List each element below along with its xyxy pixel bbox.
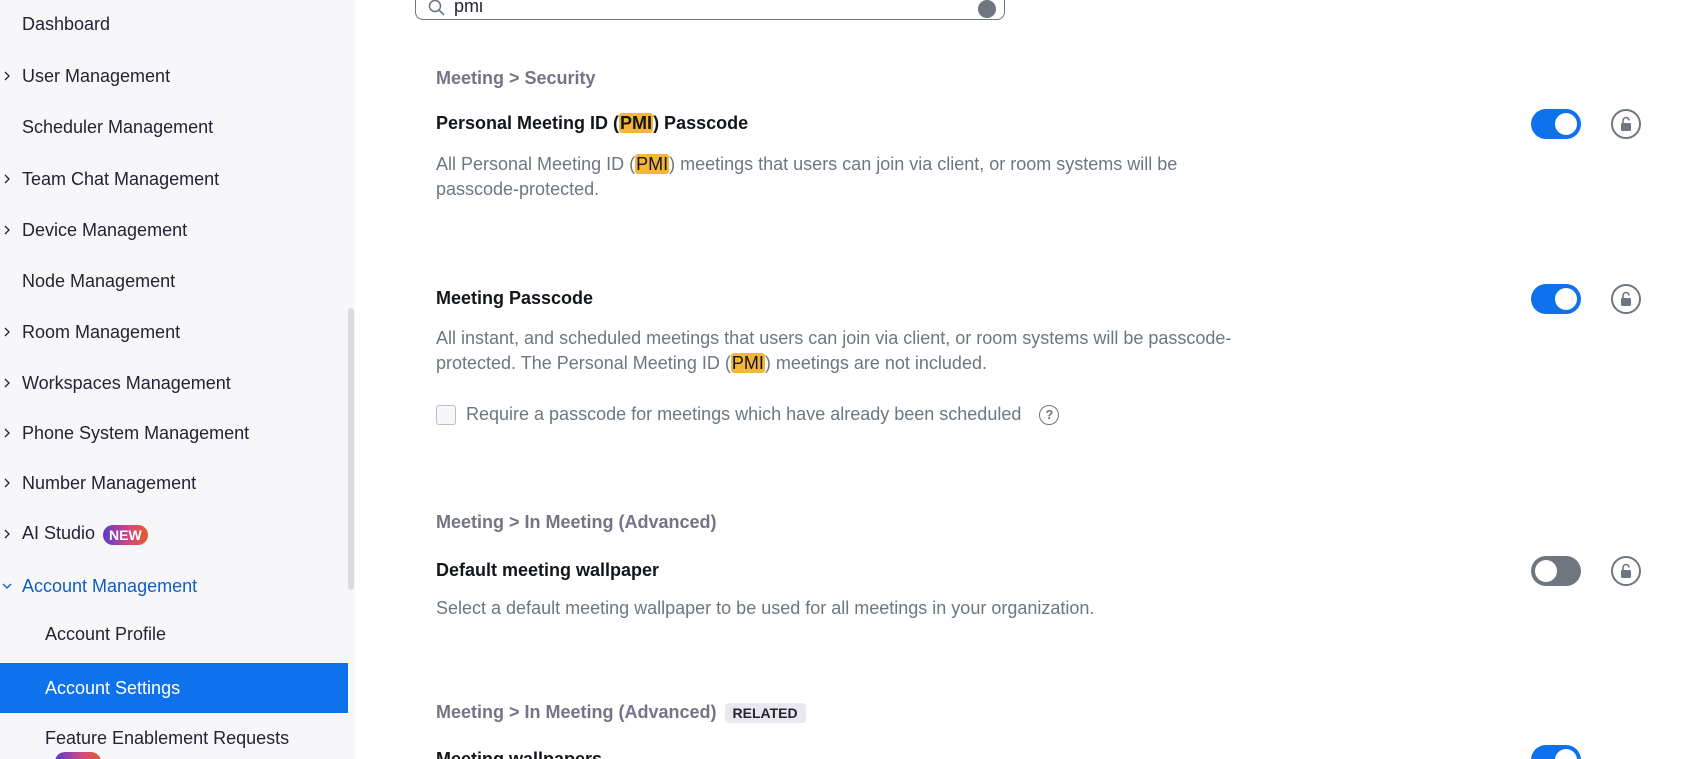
related-tag: RELATED: [724, 703, 806, 724]
sidebar-item-label: AI Studio: [22, 523, 96, 544]
setting-title-meeting-wallpapers: Meeting wallpapers: [436, 749, 603, 759]
setting-description: All instant, and scheduled meetings that…: [436, 326, 1296, 376]
setting-title-default-wallpaper: Default meeting wallpaper: [436, 560, 660, 580]
sidebar-item-label: Node Management: [22, 270, 176, 291]
sidebar-item-label: Account Settings: [45, 677, 181, 698]
section-breadcrumb-related: Meeting > In Meeting (Advanced) RELATED: [436, 702, 806, 724]
sidebar-item-label: Dashboard: [22, 13, 111, 34]
search-highlight: PMI: [619, 113, 654, 133]
sidebar-subitem-account-settings[interactable]: Account Settings: [0, 663, 348, 713]
sidebar-item-team-chat-management[interactable]: Team Chat Management: [0, 159, 348, 199]
sidebar-item-label: Room Management: [22, 321, 181, 342]
sidebar-item-label-group: AI Studio NEW: [22, 523, 148, 545]
help-icon[interactable]: ?: [1039, 404, 1060, 425]
setting-title-pmi-passcode: Personal Meeting ID (PMI) Passcode: [436, 113, 748, 134]
sidebar-item-label: Phone System Management: [22, 422, 250, 443]
sidebar-item-label: Number Management: [22, 472, 197, 493]
sidebar-item-device-management[interactable]: Device Management: [0, 210, 348, 250]
sidebar: Dashboard User Management Scheduler Mana…: [0, 0, 355, 759]
sidebar-item-phone-system-management[interactable]: Phone System Management: [0, 413, 348, 453]
chevron-right-icon: [1, 326, 13, 338]
sidebar-item-workspaces-management[interactable]: Workspaces Management: [0, 363, 348, 403]
search-highlight: PMI: [635, 154, 670, 174]
chevron-right-icon: [1, 427, 13, 439]
title-text: ) Passcode: [653, 113, 749, 133]
setting-description: Select a default meeting wallpaper to be…: [436, 598, 1095, 618]
chevron-right-icon: [1, 377, 13, 389]
pmi-passcode-toggle[interactable]: [1531, 109, 1581, 139]
require-passcode-checkbox[interactable]: [436, 404, 456, 425]
sidebar-item-label: Device Management: [22, 219, 188, 240]
require-passcode-scheduled-row: Require a passcode for meetings which ha…: [436, 404, 1060, 425]
chevron-down-icon: [1, 580, 13, 592]
desc-text: All Personal Meeting ID (: [436, 154, 636, 174]
toggle-knob: [1555, 113, 1577, 135]
sidebar-item-label: Account Profile: [45, 623, 167, 644]
sidebar-item-label: Scheduler Management: [22, 116, 214, 137]
sidebar-scrollbar[interactable]: [348, 308, 354, 590]
breadcrumb-text: Meeting > In Meeting (Advanced): [436, 702, 717, 722]
desc-text: ) meetings are not included.: [764, 353, 987, 373]
meeting-passcode-toggle[interactable]: [1531, 284, 1581, 314]
checkbox-label: Require a passcode for meetings which ha…: [466, 404, 1022, 424]
sidebar-item-label: Team Chat Management: [22, 168, 220, 189]
chevron-right-icon: [1, 70, 13, 82]
setting-title-meeting-passcode: Meeting Passcode: [436, 288, 594, 308]
sidebar-item-account-management[interactable]: Account Management: [0, 566, 348, 606]
default-wallpaper-toggle[interactable]: [1531, 556, 1581, 586]
new-badge: NEW: [103, 524, 148, 545]
meeting-wallpapers-toggle[interactable]: [1531, 745, 1581, 759]
sidebar-item-dashboard[interactable]: Dashboard: [0, 4, 348, 44]
search-icon: [428, 0, 446, 22]
title-text: Personal Meeting ID (: [436, 113, 620, 133]
chevron-right-icon: [1, 477, 13, 489]
toggle-knob: [1555, 749, 1577, 759]
unlock-icon[interactable]: [1611, 284, 1641, 314]
sidebar-item-label: Workspaces Management: [22, 372, 231, 393]
sidebar-subitem-account-profile[interactable]: Account Profile: [0, 614, 348, 654]
unlock-icon[interactable]: [1611, 556, 1641, 586]
sidebar-item-label: Account Management: [22, 575, 198, 596]
search-input-value: pmi: [454, 0, 484, 16]
settings-content: pmi Meeting > Security Personal Meeting …: [355, 0, 1692, 759]
chevron-right-icon: [1, 528, 13, 540]
toggle-knob: [1555, 288, 1577, 310]
sidebar-item-room-management[interactable]: Room Management: [0, 312, 348, 352]
sidebar-item-label: User Management: [22, 65, 171, 86]
sidebar-item-scheduler-management[interactable]: Scheduler Management: [0, 107, 348, 147]
sidebar-item-node-management[interactable]: Node Management: [0, 261, 348, 301]
sidebar-subitem-feature-enablement-requests[interactable]: Feature Enablement Requests: [0, 718, 348, 758]
sidebar-item-ai-studio[interactable]: AI Studio NEW: [0, 514, 348, 554]
toggle-knob: [1535, 560, 1557, 582]
chevron-right-icon: [1, 173, 13, 185]
setting-description: All Personal Meeting ID (PMI) meetings t…: [436, 152, 1236, 202]
section-breadcrumb: Meeting > Security: [436, 68, 596, 88]
unlock-icon[interactable]: [1611, 109, 1641, 139]
clear-icon[interactable]: [978, 0, 996, 18]
search-highlight: PMI: [730, 353, 765, 373]
search-input[interactable]: pmi: [415, 0, 1005, 20]
new-badge-partial: [55, 752, 101, 759]
section-breadcrumb: Meeting > In Meeting (Advanced): [436, 512, 717, 532]
sidebar-item-label: Feature Enablement Requests: [45, 727, 290, 748]
sidebar-item-number-management[interactable]: Number Management: [0, 463, 348, 503]
chevron-right-icon: [1, 224, 13, 236]
sidebar-item-user-management[interactable]: User Management: [0, 56, 348, 96]
